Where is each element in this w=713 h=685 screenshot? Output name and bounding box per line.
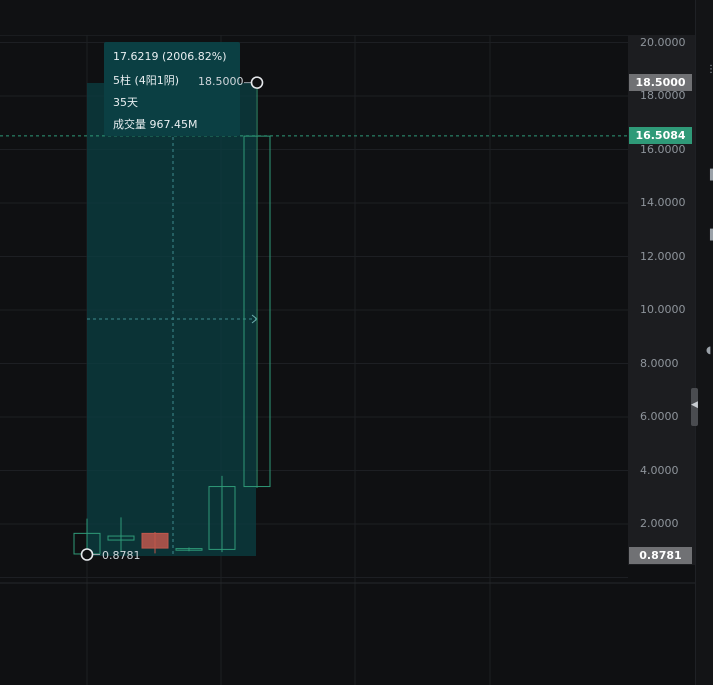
- price-axis-tick: 4.0000: [640, 463, 679, 477]
- chart-top-strip: [0, 0, 695, 35]
- price-axis-tick: 12.0000: [640, 249, 686, 263]
- price-axis-tick: 16.0000: [640, 142, 686, 156]
- price-axis-tick: 14.0000: [640, 196, 686, 209]
- high-point-label: 18.5000: [198, 75, 244, 88]
- low-point-label: 0.8781: [102, 549, 141, 562]
- high-price-tag: 18.5000: [629, 74, 692, 91]
- low-point-handle[interactable]: [80, 548, 94, 561]
- price-axis-tick: 6.0000: [640, 410, 679, 423]
- side-icon-c[interactable]: ◖: [706, 345, 711, 356]
- chevron-left-icon: ◀: [691, 400, 698, 410]
- measure-change-text: 17.6219 (2006.82%): [113, 50, 227, 63]
- side-icon-a[interactable]: ▐: [706, 170, 713, 181]
- measure-days-text: 35天: [113, 96, 138, 109]
- candle-body-up: [107, 535, 135, 541]
- side-icon-b[interactable]: ▐: [706, 230, 713, 241]
- right-side-panel: ⋮ ▐ ▐ ◖: [695, 0, 713, 685]
- candle-body-up: [208, 486, 236, 550]
- price-axis-tick: 8.0000: [640, 356, 679, 370]
- more-icon[interactable]: ⋮: [706, 64, 713, 75]
- candle-body-up: [175, 548, 203, 551]
- candle-body-up: [243, 135, 271, 488]
- current-price-tag: 16.5084: [629, 127, 692, 144]
- candle-body-down: [141, 532, 169, 549]
- price-axis-tick: 2.0000: [640, 517, 679, 530]
- panel-collapse-handle[interactable]: ◀: [691, 388, 698, 426]
- price-axis-tick: 10.0000: [640, 303, 686, 316]
- low-price-tag: 0.8781: [629, 547, 692, 564]
- measure-volume-text: 成交量 967.45M: [113, 118, 198, 131]
- price-axis-background: [628, 35, 695, 565]
- measure-info-box: 17.6219 (2006.82%) 5柱 (4阳1阴) 35天 成交量 967…: [104, 42, 240, 136]
- high-point-handle[interactable]: [250, 76, 264, 89]
- price-axis-tick: 20.0000: [640, 35, 686, 49]
- measure-bars-text: 5柱 (4阳1阴): [113, 74, 180, 87]
